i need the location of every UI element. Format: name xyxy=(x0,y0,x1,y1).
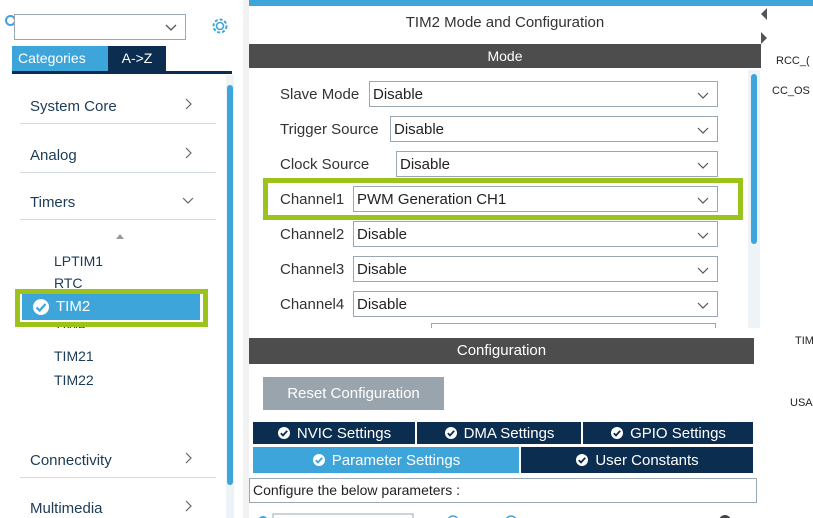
field-label-channel4: Channel4 xyxy=(280,296,345,313)
category-label: Multimedia xyxy=(30,500,103,517)
chevron-down-icon xyxy=(697,92,709,99)
clock-source-select[interactable]: Disable xyxy=(396,151,718,177)
category-label: Analog xyxy=(30,147,77,164)
field-label-clock-source: Clock Source xyxy=(280,156,370,173)
parameter-toolbar xyxy=(257,507,757,518)
pin-label: CC_OS xyxy=(772,85,810,97)
mode-configuration-panel: TIM2 Mode and Configuration Mode Slave M… xyxy=(249,6,761,518)
field-label-slave-mode: Slave Mode xyxy=(280,86,360,103)
category-connectivity[interactable]: Connectivity xyxy=(20,434,216,478)
panel-title: TIM2 Mode and Configuration xyxy=(405,14,605,31)
chevron-down-icon xyxy=(697,127,709,134)
category-multimedia[interactable]: Multimedia xyxy=(20,482,216,518)
trigger-source-select[interactable]: Disable xyxy=(390,116,718,142)
collapse-arrows-icon[interactable] xyxy=(761,6,767,66)
tab-a-to-z[interactable]: A->Z xyxy=(108,46,166,71)
check-circle-icon xyxy=(277,427,290,439)
tab-gpio-settings[interactable]: GPIO Settings xyxy=(583,422,753,444)
scrollbar-thumb[interactable] xyxy=(227,85,233,485)
select-value: Disable xyxy=(357,226,408,243)
scroll-up-icon[interactable] xyxy=(114,231,126,243)
configuration-header: Configuration xyxy=(249,338,754,364)
tab-label: NVIC Settings xyxy=(296,424,392,442)
select-value: Disable xyxy=(400,156,451,173)
config-tabs-row1: NVIC Settings DMA Settings GPIO Settings xyxy=(253,422,753,444)
parameter-description: Configure the below parameters : xyxy=(249,478,757,503)
channel4-select[interactable]: Disable xyxy=(353,291,718,317)
timer-item-tim21[interactable]: TIM21 xyxy=(54,348,94,364)
category-label: Connectivity xyxy=(30,452,112,469)
mode-header: Mode xyxy=(249,44,761,68)
tab-label: User Constants xyxy=(595,451,699,469)
reset-configuration-button[interactable]: Reset Configuration xyxy=(263,377,444,410)
highlight-box xyxy=(263,178,743,220)
category-timers[interactable]: Timers xyxy=(20,176,216,220)
chevron-right-icon xyxy=(185,500,192,512)
slave-mode-select[interactable]: Disable xyxy=(369,81,718,107)
chevron-right-icon xyxy=(185,98,192,110)
mode-scrollbar[interactable] xyxy=(748,70,760,328)
tab-label: Parameter Settings xyxy=(331,451,461,469)
chevron-down-icon xyxy=(697,232,709,239)
tab-parameter-settings[interactable]: Parameter Settings xyxy=(253,447,521,473)
select-value: Disable xyxy=(357,296,408,313)
highlight-box xyxy=(15,289,208,327)
channel3-select[interactable]: Disable xyxy=(353,256,718,282)
category-view-tabs: Categories A->Z xyxy=(12,46,166,71)
chevron-right-icon xyxy=(185,147,192,159)
chevron-down-icon xyxy=(697,267,709,274)
chevron-down-icon xyxy=(182,197,194,204)
category-system-core[interactable]: System Core xyxy=(20,80,216,124)
pin-label: RCC_( xyxy=(776,55,810,67)
select-value: Disable xyxy=(357,261,408,278)
category-label: System Core xyxy=(30,98,117,115)
partial-select[interactable] xyxy=(431,323,716,328)
cut-off-controls xyxy=(259,513,731,518)
chevron-down-icon xyxy=(697,302,709,309)
timer-item-lptim1[interactable]: LPTIM1 xyxy=(54,253,103,269)
tab-user-constants[interactable]: User Constants xyxy=(521,447,753,473)
check-circle-icon xyxy=(611,427,624,439)
config-tabs-row2: Parameter Settings User Constants xyxy=(253,447,753,473)
field-label-trigger-source: Trigger Source xyxy=(280,121,379,138)
field-label-channel3: Channel3 xyxy=(280,261,345,278)
timer-item-tim22[interactable]: TIM22 xyxy=(54,372,94,388)
chevron-right-icon xyxy=(185,452,192,464)
check-circle-icon xyxy=(444,427,457,439)
scrollbar-thumb[interactable] xyxy=(751,74,757,244)
tab-label: DMA Settings xyxy=(463,424,555,442)
search-row xyxy=(0,6,243,42)
channel2-select[interactable]: Disable xyxy=(353,221,718,247)
check-circle-icon xyxy=(312,454,325,466)
field-label-channel2: Channel2 xyxy=(280,226,345,243)
chevron-down-icon xyxy=(697,162,709,169)
tab-label: GPIO Settings xyxy=(630,424,726,442)
search-input[interactable] xyxy=(14,14,186,40)
categories-scrollbar[interactable] xyxy=(226,75,234,518)
select-value: Disable xyxy=(373,86,424,103)
tab-nvic-settings[interactable]: NVIC Settings xyxy=(253,422,417,444)
tab-underline xyxy=(12,71,232,74)
check-circle-icon xyxy=(576,454,589,466)
pin-label: TIM xyxy=(795,335,813,347)
tab-categories[interactable]: Categories xyxy=(12,46,108,71)
categories-panel: Categories A->Z System Core Analog Timer… xyxy=(0,0,243,518)
chevron-down-icon[interactable] xyxy=(165,21,177,33)
tab-dma-settings[interactable]: DMA Settings xyxy=(417,422,583,444)
category-analog[interactable]: Analog xyxy=(20,129,216,173)
pin-label: USA xyxy=(790,397,813,409)
category-label: Timers xyxy=(30,194,76,211)
select-value: Disable xyxy=(394,121,445,138)
gear-icon[interactable] xyxy=(210,16,230,36)
